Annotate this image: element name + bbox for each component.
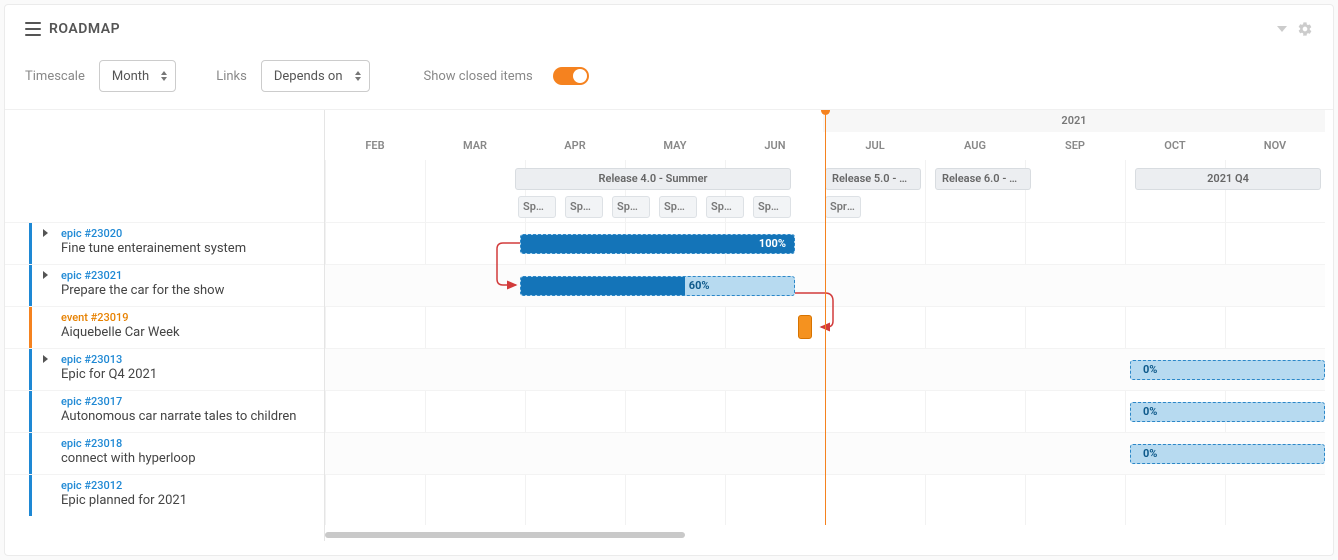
progress-bar[interactable]: 60% xyxy=(520,276,795,296)
item-ref[interactable]: epic #23020 xyxy=(61,227,246,241)
sprint-pill[interactable]: Sp… xyxy=(565,196,603,218)
drag-handle-icon[interactable] xyxy=(25,22,41,36)
list-item[interactable]: epic #23013Epic for Q4 2021 xyxy=(5,348,324,390)
item-title: Epic for Q4 2021 xyxy=(61,367,157,384)
item-title: Autonomous car narrate tales to children xyxy=(61,409,296,426)
timescale-select[interactable]: Month xyxy=(99,60,176,92)
progress-bar[interactable]: 0% xyxy=(1130,360,1325,380)
roadmap-controls: Timescale Month Links Depends on Show cl… xyxy=(5,53,1333,109)
progress-bar[interactable]: 0% xyxy=(1130,402,1325,422)
sprint-pill[interactable]: Sp… xyxy=(659,196,697,218)
expand-caret-icon[interactable] xyxy=(43,271,48,279)
month-header: APR xyxy=(525,132,625,160)
release-pill[interactable]: Release 4.0 - Summer xyxy=(515,168,791,190)
gear-icon[interactable] xyxy=(1297,21,1313,37)
month-header: SEP xyxy=(1025,132,1125,160)
release-pill[interactable]: Release 5.0 - Be… xyxy=(825,168,921,190)
list-item[interactable]: epic #23017Autonomous car narrate tales … xyxy=(5,390,324,432)
item-ref[interactable]: epic #23013 xyxy=(61,353,157,367)
event-chip[interactable] xyxy=(798,315,812,339)
progress-label: 100% xyxy=(751,235,794,253)
release-pill[interactable]: Release 6.0 - Moutain xyxy=(935,168,1031,190)
select-arrows-icon xyxy=(161,71,167,81)
sprint-pill[interactable]: Sp… xyxy=(518,196,556,218)
item-title: Aiquebelle Car Week xyxy=(61,325,180,342)
item-title: Epic planned for 2021 xyxy=(61,493,187,510)
progress-bar[interactable]: 100% xyxy=(520,234,795,254)
list-item[interactable]: epic #23012Epic planned for 2021 xyxy=(5,474,324,516)
links-value: Depends on xyxy=(274,69,343,84)
list-item[interactable]: epic #23018connect with hyperloop xyxy=(5,432,324,474)
links-label: Links xyxy=(216,69,247,84)
timeline: 2021 FEBMARAPRMAYJUNJULAUGSEPOCTNOV Rele… xyxy=(325,110,1333,541)
month-header: FEB xyxy=(325,132,425,160)
month-header: MAR xyxy=(425,132,525,160)
item-ref[interactable]: event #23019 xyxy=(61,311,180,325)
item-title: Fine tune enterainement system xyxy=(61,241,246,258)
month-header: MAY xyxy=(625,132,725,160)
item-list: epic #23020Fine tune enterainement syste… xyxy=(5,110,325,541)
list-item[interactable]: event #23019Aiquebelle Car Week xyxy=(5,306,324,348)
select-arrows-icon xyxy=(355,71,361,81)
roadmap-area: epic #23020Fine tune enterainement syste… xyxy=(5,109,1333,541)
progress-label: 0% xyxy=(1135,403,1165,421)
panel-header: ROADMAP xyxy=(5,5,1333,53)
release-pill[interactable]: 2021 Q4 xyxy=(1135,168,1321,190)
month-header: OCT xyxy=(1125,132,1225,160)
show-closed-toggle[interactable] xyxy=(553,67,589,85)
list-item[interactable]: epic #23020Fine tune enterainement syste… xyxy=(5,222,324,264)
progress-label: 0% xyxy=(1135,361,1165,379)
progress-label: 0% xyxy=(1135,445,1165,463)
sprint-pill[interactable]: Sp… xyxy=(706,196,744,218)
expand-caret-icon[interactable] xyxy=(43,229,48,237)
month-header: JUN xyxy=(725,132,825,160)
links-select[interactable]: Depends on xyxy=(261,60,370,92)
item-ref[interactable]: epic #23017 xyxy=(61,395,296,409)
progress-bar[interactable]: 0% xyxy=(1130,444,1325,464)
item-ref[interactable]: epic #23012 xyxy=(61,479,187,493)
collapse-caret-icon[interactable] xyxy=(1277,26,1287,32)
item-ref[interactable]: epic #23021 xyxy=(61,269,224,283)
roadmap-panel: ROADMAP Timescale Month Links Depends on… xyxy=(4,4,1334,556)
month-header: AUG xyxy=(925,132,1025,160)
sprint-pill[interactable]: Sp… xyxy=(612,196,650,218)
show-closed-label: Show closed items xyxy=(424,69,533,84)
item-title: connect with hyperloop xyxy=(61,451,196,468)
sprint-pill[interactable]: Spri… xyxy=(825,196,861,218)
panel-title: ROADMAP xyxy=(49,21,120,37)
today-marker xyxy=(825,110,826,525)
timescale-label: Timescale xyxy=(25,69,85,84)
timescale-value: Month xyxy=(112,69,149,84)
progress-label: 60% xyxy=(685,277,718,295)
item-title: Prepare the car for the show xyxy=(61,283,224,300)
month-header: NOV xyxy=(1225,132,1325,160)
horizontal-scrollbar[interactable] xyxy=(325,529,1325,541)
expand-caret-icon[interactable] xyxy=(43,355,48,363)
item-ref[interactable]: epic #23018 xyxy=(61,437,196,451)
month-header: JUL xyxy=(825,132,925,160)
year-label: 2021 xyxy=(823,110,1325,132)
sprint-pill[interactable]: Sp… xyxy=(753,196,791,218)
list-item[interactable]: epic #23021Prepare the car for the show xyxy=(5,264,324,306)
